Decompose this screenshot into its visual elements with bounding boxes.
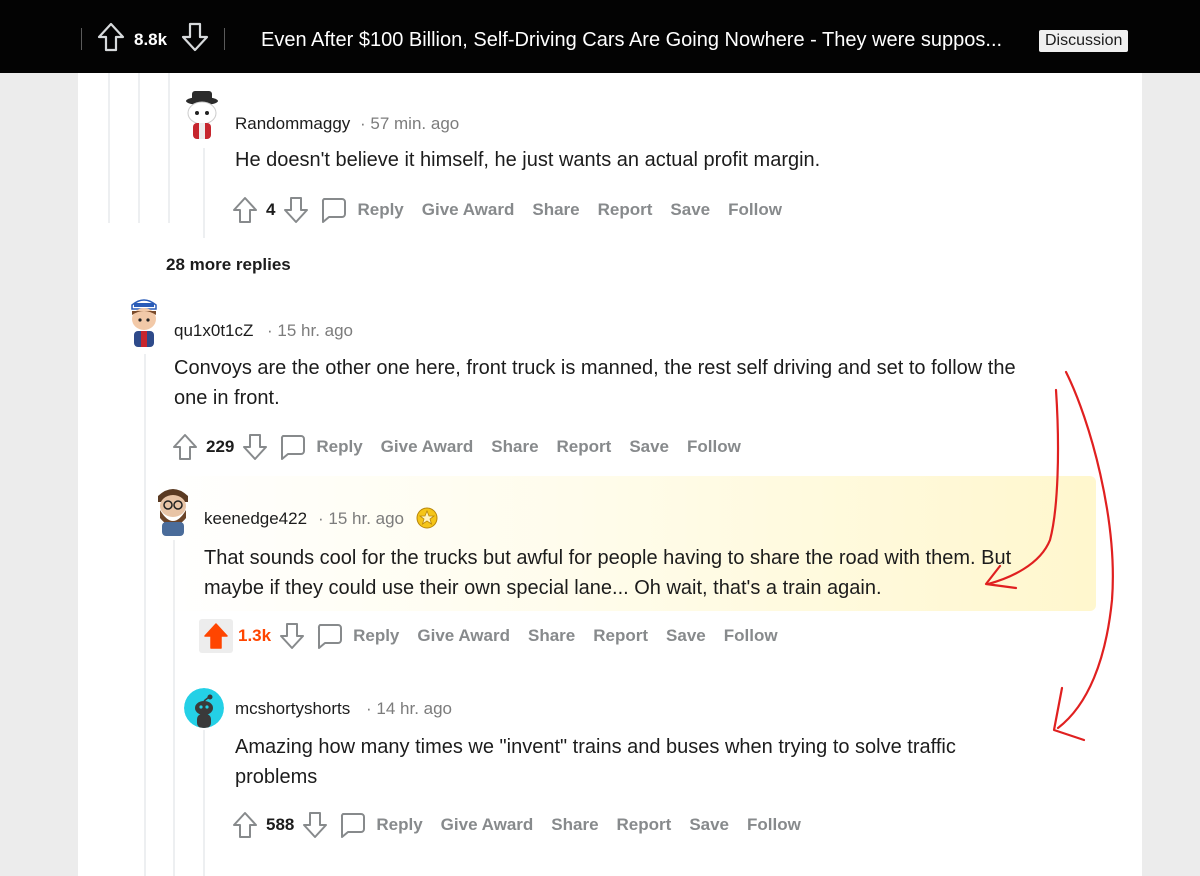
reply-button[interactable]: Reply	[376, 815, 422, 835]
comment-body: He doesn't believe it himself, he just w…	[235, 149, 821, 171]
comment-username[interactable]: keenedge422	[204, 509, 307, 529]
avatar[interactable]	[150, 482, 196, 538]
post-upvote-icon[interactable]	[97, 22, 125, 57]
follow-button[interactable]: Follow	[687, 437, 741, 457]
thread-line[interactable]	[144, 354, 146, 876]
thread-line[interactable]	[203, 730, 205, 876]
comment-timestamp[interactable]: · 15 hr. ago	[318, 509, 404, 529]
reply-button[interactable]: Reply	[316, 437, 362, 457]
share-button[interactable]: Share	[528, 626, 575, 646]
post-score: 8.8k	[134, 30, 168, 49]
follow-button[interactable]: Follow	[724, 626, 778, 646]
comment-icon[interactable]	[338, 811, 366, 839]
share-button[interactable]: Share	[532, 200, 579, 220]
report-button[interactable]: Report	[617, 815, 672, 835]
comment-body: Convoys are the other one here, front tr…	[174, 357, 1016, 409]
reply-button[interactable]: Reply	[353, 626, 399, 646]
give-award-button[interactable]: Give Award	[441, 815, 534, 835]
header-divider-left	[81, 28, 82, 50]
comment-score: 4	[266, 200, 276, 219]
avatar[interactable]	[122, 295, 166, 349]
comment-username[interactable]: mcshortyshorts	[235, 699, 350, 719]
comment-actions: 4 Reply Give Award Share Report Save Fol…	[232, 195, 800, 225]
comment-username[interactable]: Randommaggy	[235, 114, 350, 134]
upvote-icon[interactable]	[232, 196, 258, 224]
report-button[interactable]: Report	[593, 626, 648, 646]
upvote-icon[interactable]	[199, 619, 233, 653]
timestamp-text: 15 hr. ago	[328, 509, 405, 528]
downvote-icon[interactable]	[302, 811, 328, 839]
downvote-icon[interactable]	[279, 622, 305, 650]
award-badge-icon[interactable]	[416, 507, 438, 534]
comment-actions: 588 Reply Give Award Share Report Save F…	[232, 810, 819, 840]
comment-username[interactable]: qu1x0t1cZ	[174, 321, 253, 341]
comment-actions: 1.3k Reply Give Award Share Report Save …	[199, 619, 796, 653]
post-flair[interactable]: Discussion	[1039, 30, 1129, 52]
save-button[interactable]: Save	[670, 200, 710, 220]
thread-line[interactable]	[138, 73, 140, 223]
downvote-icon[interactable]	[283, 196, 309, 224]
post-title[interactable]: Even After $100 Billion, Self-Driving Ca…	[261, 29, 1002, 52]
comment-icon[interactable]	[315, 622, 343, 650]
timestamp-text: 15 hr. ago	[277, 321, 354, 340]
report-button[interactable]: Report	[598, 200, 653, 220]
comment-body: That sounds cool for the trucks but awfu…	[204, 547, 1012, 599]
upvote-icon[interactable]	[172, 433, 198, 461]
comment-timestamp[interactable]: · 14 hr. ago	[366, 699, 452, 719]
header-divider-right	[224, 28, 225, 50]
more-replies-link[interactable]: 28 more replies	[166, 255, 291, 275]
avatar[interactable]	[178, 89, 226, 145]
give-award-button[interactable]: Give Award	[381, 437, 474, 457]
comment-timestamp[interactable]: · 57 min. ago	[360, 114, 459, 134]
comment-score: 1.3k	[238, 626, 272, 645]
comment-actions: 229 Reply Give Award Share Report Save F…	[172, 432, 759, 462]
save-button[interactable]: Save	[666, 626, 706, 646]
follow-button[interactable]: Follow	[747, 815, 801, 835]
comment-icon[interactable]	[278, 433, 306, 461]
give-award-button[interactable]: Give Award	[422, 200, 515, 220]
post-header-bar: 8.8k Even After $100 Billion, Self-Drivi…	[0, 0, 1200, 73]
report-button[interactable]: Report	[557, 437, 612, 457]
thread-line[interactable]	[168, 73, 170, 223]
comment-icon[interactable]	[319, 196, 347, 224]
comment-body: Amazing how many times we "invent" train…	[235, 736, 956, 788]
comment-score: 588	[266, 815, 295, 834]
give-award-button[interactable]: Give Award	[417, 626, 510, 646]
reply-button[interactable]: Reply	[357, 200, 403, 220]
downvote-icon[interactable]	[242, 433, 268, 461]
post-downvote-icon[interactable]	[181, 22, 209, 57]
thread-line[interactable]	[108, 73, 110, 223]
timestamp-text: 14 hr. ago	[376, 699, 453, 718]
default-snoo-avatar[interactable]	[184, 688, 224, 728]
share-button[interactable]: Share	[491, 437, 538, 457]
share-button[interactable]: Share	[551, 815, 598, 835]
follow-button[interactable]: Follow	[728, 200, 782, 220]
timestamp-text: 57 min. ago	[370, 114, 460, 133]
save-button[interactable]: Save	[689, 815, 729, 835]
save-button[interactable]: Save	[629, 437, 669, 457]
comment-score: 229	[206, 437, 235, 456]
upvote-icon[interactable]	[232, 811, 258, 839]
comment-timestamp[interactable]: · 15 hr. ago	[267, 321, 353, 341]
thread-line[interactable]	[203, 148, 205, 238]
